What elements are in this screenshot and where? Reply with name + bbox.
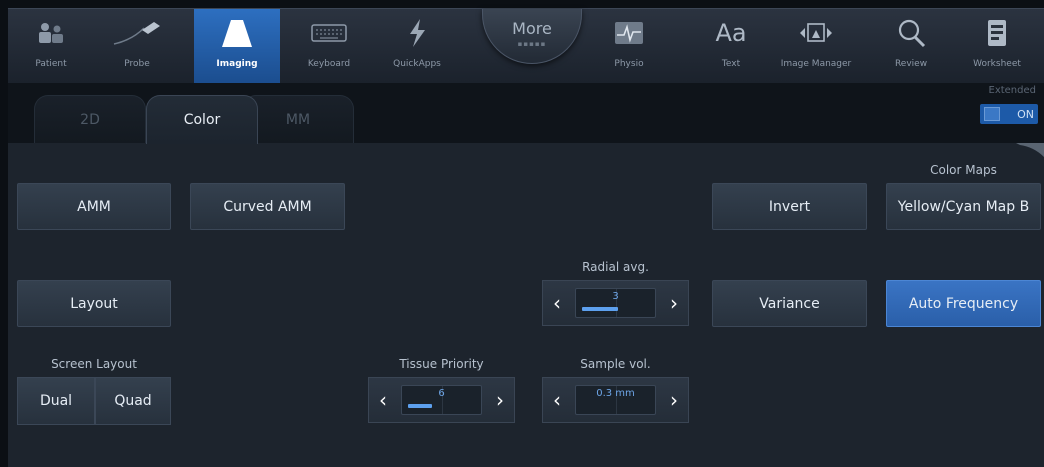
more-label: More (512, 19, 552, 38)
tissue-priority-track: 6 (401, 385, 482, 415)
radial-avg-value: 3 (612, 291, 619, 302)
keyboard-icon (311, 9, 347, 57)
text-icon: Aa (715, 19, 747, 47)
extended-label: Extended (988, 85, 1037, 96)
radial-avg-caption: Radial avg. (582, 260, 649, 274)
toolbar-physio[interactable]: Physio (586, 9, 672, 84)
toolbar-label: Imaging (216, 59, 258, 69)
top-toolbar: Patient Probe Imaging Keyboard QuickApps… (8, 8, 1044, 84)
sample-vol-value: 0.3 mm (596, 388, 635, 399)
chevron-right-icon[interactable]: › (486, 378, 514, 422)
sample-vol-stepper[interactable]: ‹ 0.3 mm › (542, 377, 689, 423)
probe-icon (112, 9, 162, 57)
page-curl-icon[interactable] (1016, 143, 1044, 163)
toolbar-label: Patient (35, 59, 67, 69)
image-manager-icon (793, 9, 839, 57)
radial-avg-stepper[interactable]: ‹ 3 › (542, 280, 689, 326)
toolbar-label: QuickApps (393, 59, 441, 69)
tissue-priority-value: 6 (438, 388, 445, 399)
worksheet-icon (986, 9, 1008, 57)
chevron-right-icon[interactable]: › (660, 281, 688, 325)
toolbar-label: Probe (124, 59, 150, 69)
more-button[interactable]: More ▪▪▪▪▪ (482, 9, 582, 64)
variance-button[interactable]: Variance (712, 280, 867, 327)
radial-avg-track: 3 (575, 288, 656, 318)
mode-tab-bar: 2D Color MM Extended ON (8, 83, 1044, 144)
sample-vol-caption: Sample vol. (580, 357, 651, 371)
auto-frequency-button[interactable]: Auto Frequency (886, 280, 1041, 327)
dual-button[interactable]: Dual (17, 377, 95, 425)
imaging-icon (219, 9, 255, 57)
tab-2d[interactable]: 2D (34, 95, 146, 143)
layout-button[interactable]: Layout (17, 280, 171, 327)
toolbar-probe[interactable]: Probe (94, 9, 180, 84)
screen-layout-caption: Screen Layout (51, 357, 137, 371)
extended-toggle[interactable]: ON (980, 104, 1038, 124)
tab-mm[interactable]: MM (242, 95, 354, 143)
review-icon (895, 9, 927, 57)
tissue-priority-fill (408, 404, 432, 408)
toolbar-image-manager[interactable]: Image Manager (773, 9, 859, 84)
chevron-left-icon[interactable]: ‹ (543, 281, 571, 325)
extended-state: ON (1017, 107, 1034, 121)
toolbar-quickapps[interactable]: QuickApps (374, 9, 460, 84)
toolbar-keyboard[interactable]: Keyboard (286, 9, 372, 84)
sample-vol-track: 0.3 mm (575, 385, 656, 415)
toolbar-imaging[interactable]: Imaging (194, 9, 280, 84)
curved-amm-button[interactable]: Curved AMM (190, 183, 345, 230)
toolbar-label: Text (721, 59, 741, 69)
toolbar-label: Keyboard (307, 59, 351, 69)
toolbar-text[interactable]: Aa Text (688, 9, 774, 84)
chevron-left-icon[interactable]: ‹ (369, 378, 397, 422)
toolbar-label: Worksheet (973, 59, 1021, 69)
chevron-right-icon[interactable]: › (660, 378, 688, 422)
tissue-priority-caption: Tissue Priority (399, 357, 484, 371)
invert-button[interactable]: Invert (712, 183, 867, 230)
chevron-left-icon[interactable]: ‹ (543, 378, 571, 422)
more-dots-icon: ▪▪▪▪▪ (517, 40, 547, 48)
color-controls-panel: AMM Curved AMM Invert Color Maps Yellow/… (8, 143, 1044, 467)
toolbar-label: Physio (614, 59, 644, 69)
amm-button[interactable]: AMM (17, 183, 171, 230)
physio-icon (614, 9, 644, 57)
color-map-button[interactable]: Yellow/Cyan Map B (886, 183, 1041, 230)
radial-avg-fill (582, 307, 618, 311)
toolbar-patient[interactable]: Patient (8, 9, 94, 84)
toolbar-label: Review (894, 59, 928, 69)
quickapps-icon (405, 9, 429, 57)
toolbar-review[interactable]: Review (868, 9, 954, 84)
quad-button[interactable]: Quad (95, 377, 171, 425)
toolbar-worksheet[interactable]: Worksheet (954, 9, 1040, 84)
grid-icon (984, 107, 1000, 121)
patient-icon (37, 9, 65, 57)
toolbar-label: Image Manager (780, 59, 852, 69)
color-maps-caption: Color Maps (930, 163, 997, 177)
tab-color[interactable]: Color (146, 95, 258, 144)
tissue-priority-stepper[interactable]: ‹ 6 › (368, 377, 515, 423)
